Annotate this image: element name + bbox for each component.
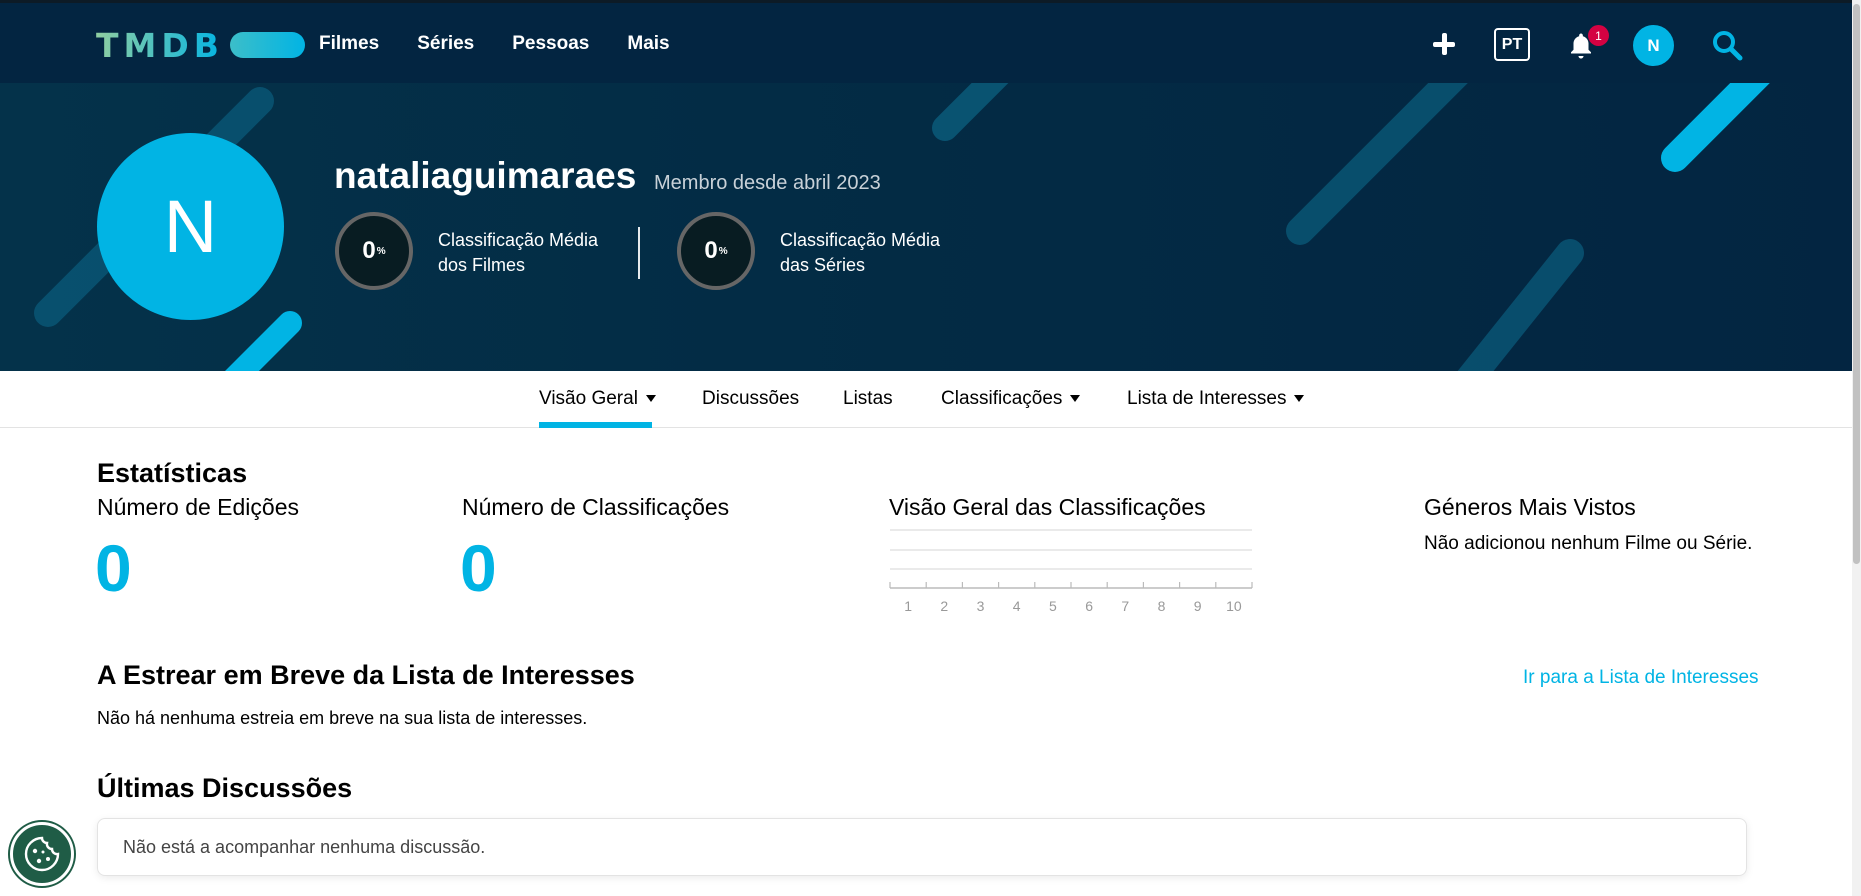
chart-tick-label: 6 bbox=[1085, 598, 1093, 614]
language-button[interactable]: PT bbox=[1494, 28, 1530, 61]
cookie-settings-button[interactable] bbox=[10, 822, 74, 886]
ratings-count-label: Número de Classificações bbox=[462, 494, 730, 520]
tab-lists[interactable]: Listas bbox=[843, 388, 893, 410]
chart-tick-label: 8 bbox=[1158, 598, 1166, 614]
discussions-heading: Últimas Discussões bbox=[97, 773, 353, 803]
chart-ticks: 1 2 3 4 5 6 7 8 9 10 bbox=[889, 582, 1253, 614]
user-avatar-button[interactable]: N bbox=[1633, 25, 1674, 66]
movie-score-label: Classificação Média dos Filmes bbox=[438, 228, 638, 278]
chart-tick-label: 10 bbox=[1226, 598, 1242, 614]
edits-value: 0 bbox=[95, 531, 132, 605]
movie-score-label-line1: Classificação Média bbox=[438, 230, 599, 250]
tv-score-ring: 0% bbox=[677, 212, 755, 290]
profile-avatar[interactable]: N bbox=[97, 133, 284, 320]
percent-sign: % bbox=[376, 245, 386, 257]
caret-down-icon bbox=[1294, 395, 1305, 403]
upcoming-empty: Não há nenhuma estreia em breve na sua l… bbox=[97, 708, 588, 728]
scrollbar[interactable] bbox=[1852, 0, 1861, 896]
chart-tick-label: 1 bbox=[904, 598, 912, 614]
movie-score-ring: 0% bbox=[335, 212, 413, 290]
tab-overview-label: Visão Geral bbox=[539, 388, 638, 409]
tab-watchlist-label: Lista de Interesses bbox=[1127, 388, 1287, 409]
chart-gridlines bbox=[890, 529, 1252, 589]
chart-tick-label: 3 bbox=[977, 598, 985, 614]
percent-sign: % bbox=[718, 245, 728, 257]
active-tab-indicator bbox=[539, 422, 652, 428]
scrollbar-thumb[interactable] bbox=[1853, 4, 1860, 564]
discussions-empty: Não está a acompanhar nenhuma discussão. bbox=[123, 837, 486, 857]
page: TMDB Filmes Séries Pessoas Mais PT 1 N N… bbox=[0, 0, 1861, 896]
chart-tick-label: 7 bbox=[1121, 598, 1129, 614]
tv-score-label: Classificação Média das Séries bbox=[780, 228, 980, 278]
tv-score-label-line2: das Séries bbox=[780, 255, 866, 275]
chart-tick-label: 4 bbox=[1013, 598, 1021, 614]
tab-ratings[interactable]: Classificações bbox=[941, 388, 1081, 410]
profile-username: nataliaguimaraes bbox=[334, 155, 637, 196]
tab-discussions[interactable]: Discussões bbox=[702, 388, 799, 410]
tab-watchlist[interactable]: Lista de Interesses bbox=[1127, 388, 1305, 410]
caret-down-icon bbox=[645, 395, 656, 403]
upcoming-heading: A Estrear em Breve da Lista de Interesse… bbox=[97, 660, 635, 690]
go-to-watchlist-link[interactable]: Ir para a Lista de Interesses bbox=[1523, 667, 1759, 689]
caret-down-icon bbox=[1070, 395, 1081, 403]
ratings-count-value: 0 bbox=[460, 531, 497, 605]
tv-score-label-line1: Classificação Média bbox=[780, 230, 941, 250]
stats-heading: Estatísticas bbox=[97, 458, 248, 488]
notification-badge: 1 bbox=[1588, 25, 1609, 46]
top-genres-empty: Não adicionou nenhum Filme ou Série. bbox=[1424, 533, 1753, 554]
search-icon[interactable] bbox=[1711, 29, 1743, 61]
tab-ratings-label: Classificações bbox=[941, 388, 1063, 409]
movie-score-value: 0 bbox=[362, 237, 376, 264]
profile-header: N nataliaguimaraes Membro desde abril 20… bbox=[0, 83, 1852, 371]
chart-tick-label: 2 bbox=[940, 598, 948, 614]
ratings-overview-label: Visão Geral das Classificações bbox=[889, 494, 1206, 520]
ratings-histogram: 1 2 3 4 5 6 7 8 9 10 bbox=[889, 529, 1253, 614]
top-navigation: TMDB Filmes Séries Pessoas Mais PT 1 N bbox=[0, 0, 1852, 83]
discussions-card: Não está a acompanhar nenhuma discussão. bbox=[97, 818, 1747, 876]
chart-tick-label: 5 bbox=[1049, 598, 1057, 614]
edits-label: Número de Edições bbox=[97, 494, 299, 520]
movie-score-label-line2: dos Filmes bbox=[438, 255, 526, 275]
tv-score-value: 0 bbox=[704, 237, 718, 264]
nav-actions: PT 1 N bbox=[0, 23, 1852, 69]
profile-subnav: Visão Geral Discussões Listas Classifica… bbox=[0, 371, 1852, 428]
top-genres-label: Géneros Mais Vistos bbox=[1424, 494, 1636, 520]
cookie-icon bbox=[24, 836, 60, 872]
tab-overview[interactable]: Visão Geral bbox=[539, 388, 656, 410]
plus-icon[interactable] bbox=[1431, 31, 1457, 57]
score-divider bbox=[638, 227, 640, 279]
chart-tick-label: 9 bbox=[1194, 598, 1202, 614]
member-since: Membro desde abril 2023 bbox=[654, 172, 881, 194]
